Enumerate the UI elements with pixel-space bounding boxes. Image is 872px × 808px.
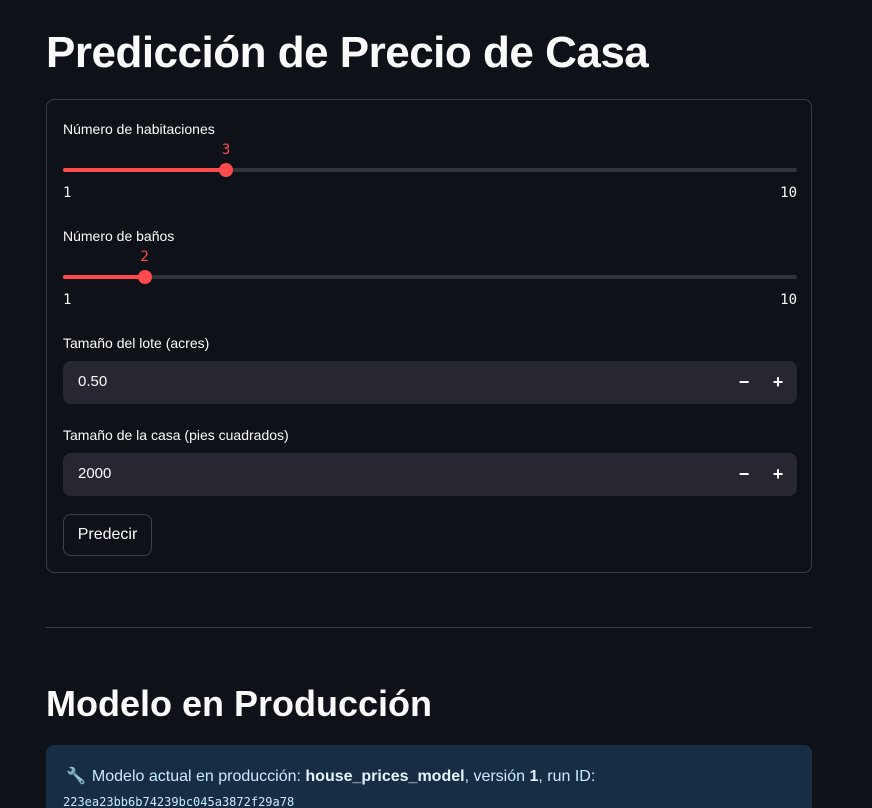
slider-max: 10 [780,292,797,308]
lot-size-label: Tamaño del lote (acres) [63,335,210,351]
slider-value: 2 [140,249,149,265]
prediction-form: Número de habitaciones 3 1 10 Número de … [46,99,812,573]
run-id: 223ea23bb6b74239bc045a3872f29a78 [63,795,295,808]
section-heading: Modelo en Producción [46,683,433,724]
bathrooms-range: 1 10 [63,292,797,310]
bedrooms-slider[interactable]: 3 [63,140,797,180]
bedrooms-label: Número de habitaciones [63,121,215,137]
slider-fill [63,168,227,172]
predict-button[interactable]: Predecir [63,514,152,556]
model-info-alert: 🔧 Modelo actual en producción: house_pric… [46,745,812,808]
version-prefix: , versión [464,768,530,785]
info-prefix: Modelo actual en producción: [91,768,306,785]
increment-button[interactable]: + [761,361,795,404]
bedrooms-range: 1 10 [63,185,797,203]
slider-max: 10 [780,185,797,201]
divider [46,627,812,628]
model-name: house_prices_model [305,768,465,785]
run-prefix: , run ID: [538,768,596,785]
decrement-button[interactable]: − [727,453,761,496]
bathrooms-slider[interactable]: 2 [63,247,797,287]
slider-thumb[interactable] [137,270,152,284]
house-size-input[interactable]: 2000 − + [63,453,797,496]
slider-value: 3 [221,142,231,158]
wrench-icon: 🔧 [66,768,86,785]
house-size-label: Tamaño de la casa (pies cuadrados) [63,427,289,443]
house-size-value[interactable]: 2000 [78,465,111,482]
lot-size-value[interactable]: 0.50 [78,373,107,390]
increment-button[interactable]: + [761,453,795,496]
slider-min: 1 [63,185,72,201]
decrement-button[interactable]: − [727,361,761,404]
slider-min: 1 [63,292,72,308]
slider-thumb[interactable] [219,163,234,177]
model-info-text: 🔧 Modelo actual en producción: house_pric… [66,766,595,786]
slider-fill [63,275,145,279]
lot-size-input[interactable]: 0.50 − + [63,361,797,404]
page: Predicción de Precio de Casa Número de h… [0,0,872,808]
bathrooms-label: Número de baños [63,228,175,244]
page-title: Predicción de Precio de Casa [46,28,649,77]
slider-track[interactable] [63,275,797,279]
